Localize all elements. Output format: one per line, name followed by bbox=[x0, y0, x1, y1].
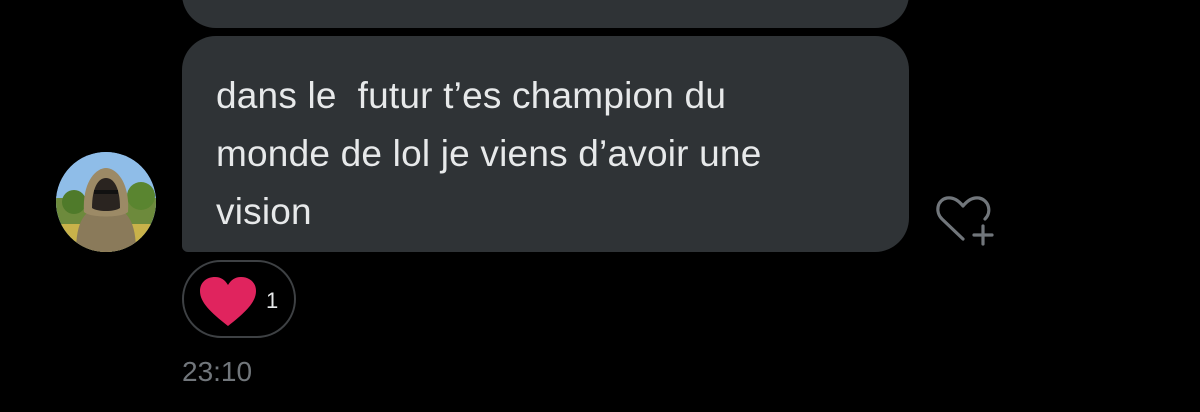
red-heart-icon bbox=[200, 277, 256, 326]
dm-conversation: dans le futur t’es champion du monde de … bbox=[0, 0, 1200, 412]
reaction-pill[interactable]: 1 bbox=[182, 260, 296, 338]
heart-plus-icon bbox=[936, 196, 994, 246]
add-reaction-button[interactable] bbox=[932, 192, 998, 250]
avatar[interactable] bbox=[56, 152, 156, 252]
message-bubble[interactable]: dans le futur t’es champion du monde de … bbox=[182, 36, 909, 252]
message-text: dans le futur t’es champion du monde de … bbox=[216, 75, 762, 232]
avatar-photo bbox=[56, 152, 156, 252]
reaction-count: 1 bbox=[266, 288, 279, 313]
previous-message-bubble[interactable] bbox=[182, 0, 909, 28]
message-timestamp: 23:10 bbox=[182, 356, 253, 387]
